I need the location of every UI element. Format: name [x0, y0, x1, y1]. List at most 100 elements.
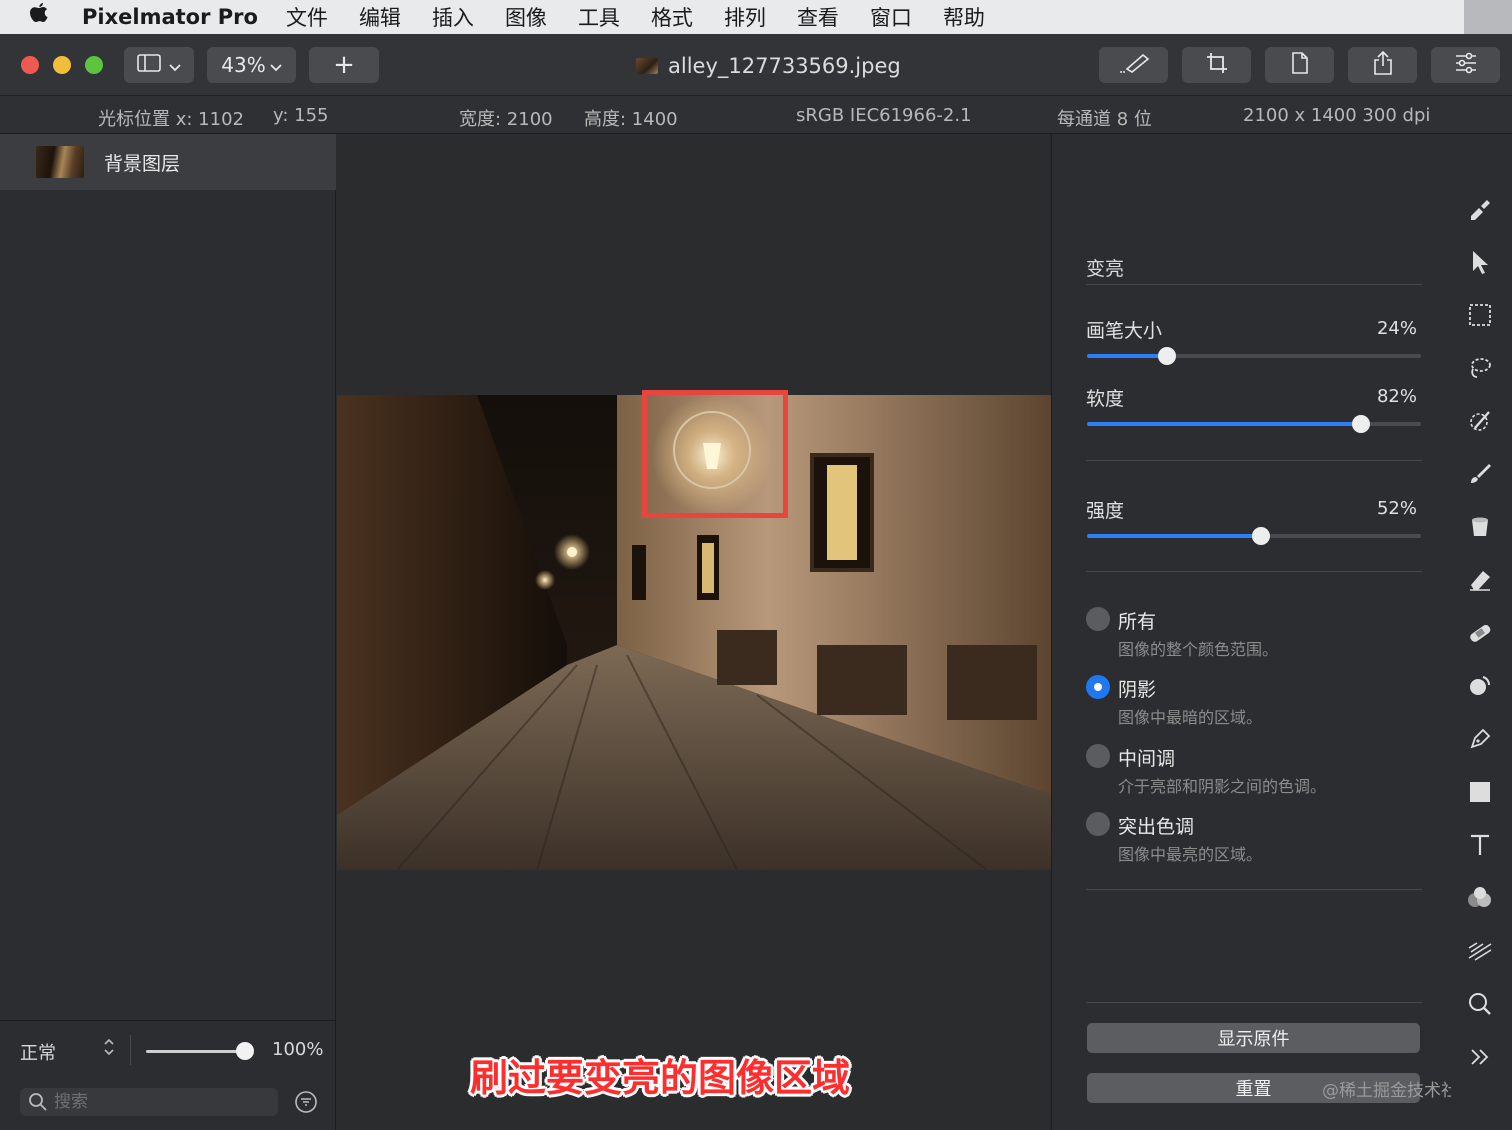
divider	[1086, 284, 1422, 285]
adjustments-button[interactable]	[1431, 47, 1500, 83]
image-width-readout: 宽度: 2100	[459, 109, 553, 130]
range-midtones-label[interactable]: 中间调	[1118, 744, 1175, 771]
divider	[1086, 1002, 1422, 1003]
softness-value[interactable]: 82%	[1377, 386, 1417, 407]
menu-image[interactable]: 图像	[505, 2, 547, 32]
clone-icon[interactable]	[1465, 671, 1495, 701]
layer-row[interactable]: 背景图层	[0, 134, 336, 190]
menu-window[interactable]: 窗口	[870, 2, 912, 32]
divider	[1086, 889, 1422, 890]
app-name-menu[interactable]: Pixelmator Pro	[82, 5, 258, 29]
softness-fill	[1087, 422, 1361, 426]
document-title: alley_127733569.jpeg	[636, 50, 901, 82]
brush-size-label: 画笔大小	[1086, 320, 1163, 342]
layer-name: 背景图层	[104, 152, 181, 175]
tutorial-caption: 刷过要变亮的图像区域	[470, 1056, 851, 1100]
menubar: Pixelmator Pro 文件 编辑 插入 图像 工具 格式 排列 查看 窗…	[0, 0, 1512, 34]
bit-depth-readout: 每通道 8 位	[1057, 109, 1152, 130]
brush-size-value[interactable]: 24%	[1377, 318, 1417, 339]
cursor-x-readout: 光标位置 x: 1102	[98, 109, 244, 130]
chevron-down-icon	[270, 53, 282, 77]
strength-value[interactable]: 52%	[1377, 498, 1417, 519]
zoom-select[interactable]: 43%	[207, 47, 296, 83]
info-bar: 光标位置 x: 1102 y: 155 宽度: 2100 高度: 1400 sR…	[0, 96, 1512, 134]
layer-thumbnail	[36, 146, 84, 178]
zoom-icon[interactable]	[1465, 989, 1495, 1019]
arrow-select-icon[interactable]	[1465, 247, 1495, 277]
menu-view[interactable]: 查看	[797, 2, 839, 32]
eraser-brush-icon	[1117, 51, 1151, 80]
more-tools-icon[interactable]	[1465, 1042, 1495, 1072]
range-highlights-label[interactable]: 突出色调	[1118, 812, 1194, 839]
share-button[interactable]	[1348, 47, 1417, 83]
eraser-icon[interactable]	[1465, 565, 1495, 595]
divider	[130, 1035, 131, 1065]
updown-chevron-icon[interactable]	[102, 1037, 116, 1061]
menu-tools[interactable]: 工具	[578, 2, 620, 32]
blend-mode-select[interactable]: 正常	[20, 1039, 56, 1065]
brush-size-fill	[1087, 354, 1168, 358]
pen-icon[interactable]	[1465, 724, 1495, 754]
rect-select-icon[interactable]	[1465, 300, 1495, 330]
tools-sidebar	[1451, 134, 1512, 1130]
share-icon	[1372, 50, 1394, 81]
menu-edit[interactable]: 编辑	[359, 2, 401, 32]
sidebar-icon	[137, 53, 163, 78]
dimensions-readout: 2100 x 1400 300 dpi	[1243, 105, 1431, 126]
range-all-label[interactable]: 所有	[1118, 607, 1156, 634]
zoom-window-button[interactable]	[85, 56, 103, 74]
brush-size-knob[interactable]	[1158, 347, 1177, 365]
sidebar-toggle-button[interactable]	[124, 47, 194, 83]
add-button[interactable]: +	[309, 47, 379, 83]
bandage-icon[interactable]	[1465, 618, 1495, 648]
color-profile-readout: sRGB IEC61966-2.1	[796, 105, 972, 126]
document-icon	[1290, 51, 1310, 80]
document-thumbnail	[636, 58, 658, 74]
search-input[interactable]	[54, 1091, 264, 1113]
format-button[interactable]	[1265, 47, 1334, 83]
menu-file[interactable]: 文件	[286, 2, 328, 32]
show-original-button[interactable]: 显示原件	[1087, 1023, 1420, 1053]
color-adjust-icon[interactable]	[1465, 883, 1495, 913]
apple-icon[interactable]	[28, 2, 68, 32]
menu-arrange[interactable]: 排列	[724, 2, 766, 32]
lasso-icon[interactable]	[1465, 353, 1495, 383]
crop-button[interactable]	[1182, 47, 1251, 83]
text-icon[interactable]	[1465, 830, 1495, 860]
range-highlights-desc: 图像中最亮的区域。	[1118, 845, 1263, 864]
brush-size-slider[interactable]	[1087, 347, 1421, 365]
range-shadows-label[interactable]: 阴影	[1118, 675, 1156, 702]
range-all-radio[interactable]	[1086, 607, 1110, 631]
menu-insert[interactable]: 插入	[432, 2, 474, 32]
range-all-desc: 图像的整个颜色范围。	[1118, 640, 1279, 659]
softness-label: 软度	[1086, 388, 1125, 410]
magic-wand-icon[interactable]	[1465, 406, 1495, 436]
range-shadows-radio[interactable]	[1086, 675, 1110, 699]
close-window-button[interactable]	[21, 56, 39, 74]
menu-format[interactable]: 格式	[651, 2, 693, 32]
strength-slider[interactable]	[1087, 527, 1421, 545]
range-midtones-desc: 介于亮部和阴影之间的色调。	[1118, 777, 1327, 796]
filter-icon[interactable]	[294, 1090, 318, 1118]
paint-style-icon[interactable]	[1465, 194, 1495, 224]
strength-label: 强度	[1086, 500, 1125, 522]
menu-help[interactable]: 帮助	[943, 2, 985, 32]
layers-panel: 背景图层 正常 100%	[0, 134, 336, 1130]
bucket-icon[interactable]	[1465, 512, 1495, 542]
distort-icon[interactable]	[1465, 936, 1495, 966]
minimize-window-button[interactable]	[53, 56, 71, 74]
range-shadows-desc: 图像中最暗的区域。	[1118, 708, 1263, 727]
image-height-readout: 高度: 1400	[584, 109, 678, 130]
softness-knob[interactable]	[1351, 415, 1370, 433]
layer-search-box[interactable]	[20, 1088, 278, 1116]
range-midtones-radio[interactable]	[1086, 744, 1110, 768]
opacity-slider[interactable]	[146, 1050, 248, 1053]
opacity-slider-knob[interactable]	[236, 1042, 254, 1060]
range-highlights-radio[interactable]	[1086, 812, 1110, 836]
softness-slider[interactable]	[1087, 415, 1421, 433]
shape-icon[interactable]	[1465, 777, 1495, 807]
edit-tools-button[interactable]	[1099, 47, 1168, 83]
brush-icon[interactable]	[1465, 459, 1495, 489]
strength-knob[interactable]	[1251, 527, 1270, 545]
canvas-area[interactable]: 刷过要变亮的图像区域	[337, 134, 1051, 1130]
